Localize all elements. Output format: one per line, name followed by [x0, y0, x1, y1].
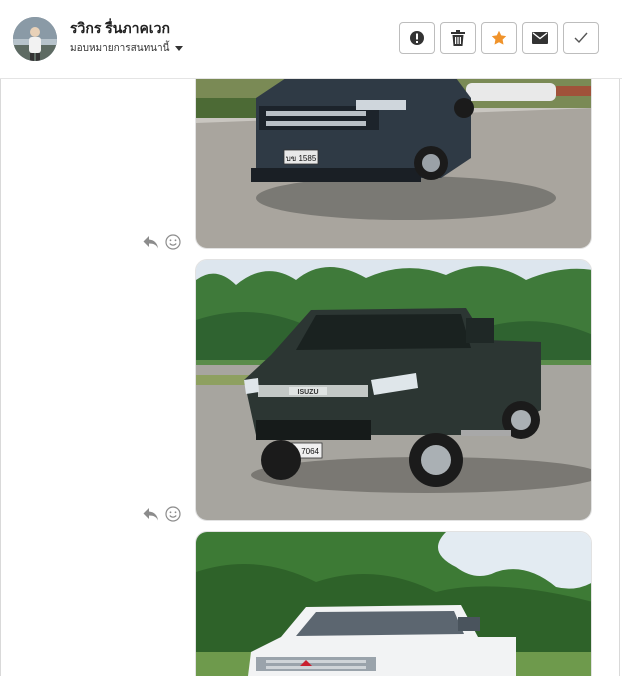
message-tools: [143, 506, 181, 522]
message-image[interactable]: บข 1585: [195, 79, 592, 249]
message-list[interactable]: บข 1585 ISUZU บล 7064: [0, 79, 620, 676]
mark-done-button[interactable]: [563, 22, 599, 54]
trash-icon: [451, 30, 465, 46]
assign-label: มอบหมายการสนทนานี้: [70, 43, 170, 54]
car-photo-3: [196, 532, 591, 676]
delete-button[interactable]: [440, 22, 476, 54]
contact-avatar[interactable]: [13, 17, 57, 61]
chevron-down-icon: [175, 46, 184, 51]
message-tools: [143, 234, 181, 250]
emoji-icon[interactable]: [165, 506, 181, 522]
header-actions: [399, 22, 599, 54]
alert-icon: [409, 30, 425, 46]
reply-icon[interactable]: [143, 506, 159, 522]
email-button[interactable]: [522, 22, 558, 54]
envelope-icon: [532, 32, 548, 44]
contact-name: รวิกร รื่นภาคเวก: [70, 20, 170, 36]
message-image[interactable]: [195, 531, 592, 676]
report-button[interactable]: [399, 22, 435, 54]
assign-conversation-dropdown[interactable]: มอบหมายการสนทนานี้: [70, 41, 184, 56]
emoji-icon[interactable]: [165, 234, 181, 250]
reply-icon[interactable]: [143, 234, 159, 250]
star-button[interactable]: [481, 22, 517, 54]
badge-text: ISUZU: [298, 389, 319, 396]
plate-text: บข 1585: [286, 154, 317, 163]
message-image[interactable]: ISUZU บล 7064: [195, 259, 592, 521]
car-photo-1: บข 1585: [196, 79, 591, 248]
star-icon: [491, 30, 507, 46]
car-photo-2: ISUZU บล 7064: [196, 260, 591, 520]
check-icon: [574, 32, 588, 44]
conversation-header: รวิกร รื่นภาคเวก มอบหมายการสนทนานี้: [0, 0, 622, 79]
